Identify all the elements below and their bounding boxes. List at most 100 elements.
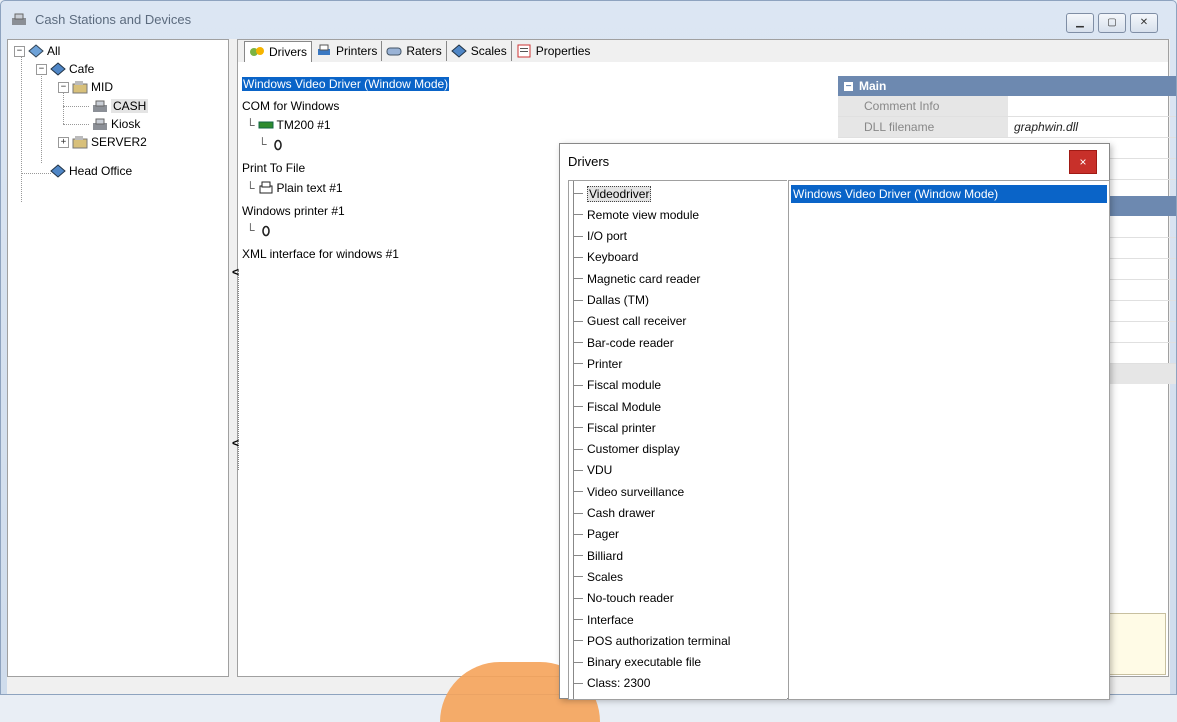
driver-class-item[interactable]: Guest call receiver: [569, 311, 686, 332]
tree-node-label: All: [47, 44, 61, 58]
tab-drivers[interactable]: Drivers: [244, 40, 312, 62]
tree-node-kiosk[interactable]: Kiosk: [92, 117, 140, 131]
tree-node-cash[interactable]: CASH: [92, 99, 149, 113]
property-row[interactable]: DLL filename graphwin.dll: [838, 117, 1176, 138]
dialog-title: Drivers: [568, 154, 610, 169]
folder-icon: [72, 136, 88, 149]
tree-node-label: CASH: [111, 99, 149, 113]
driver-device-item[interactable]: └: [246, 223, 274, 237]
driver-class-item[interactable]: Customer display: [569, 439, 680, 460]
driver-class-item[interactable]: Cash drawer: [569, 503, 655, 524]
driver-class-item[interactable]: Billiard: [569, 545, 623, 566]
collapse-icon[interactable]: −: [844, 81, 853, 91]
driver-device-item[interactable]: └ Plain text #1: [246, 181, 343, 195]
driver-class-label: Keyboard: [587, 250, 639, 265]
pane-splitter[interactable]: [238, 270, 245, 470]
window-title: Cash Stations and Devices: [35, 12, 192, 27]
mouse-icon: [273, 139, 282, 151]
tree-node-label: Kiosk: [111, 117, 141, 131]
driver-class-label: Dallas (TM): [587, 293, 649, 307]
driver-label: TM200 #1: [276, 118, 331, 132]
driver-class-item[interactable]: Bar-code reader: [569, 332, 674, 353]
driver-class-item[interactable]: POS authorization terminal: [569, 630, 730, 651]
chevron-left-icon[interactable]: <: [232, 436, 239, 450]
tree-connector: [573, 491, 583, 493]
driver-item[interactable]: Windows Video Driver (Window Mode): [240, 76, 451, 92]
tree-connector: [573, 448, 583, 450]
printer-icon: [259, 181, 273, 194]
driver-item[interactable]: XML interface for windows #1: [242, 247, 399, 261]
property-section-header[interactable]: − Main: [838, 76, 1176, 96]
driver-class-item[interactable]: VDU: [569, 460, 612, 481]
driver-class-label: Magnetic card reader: [587, 271, 701, 286]
driver-class-item[interactable]: Video surveillance: [569, 481, 684, 502]
driver-class-item[interactable]: Videodriver: [569, 183, 652, 204]
driver-class-item[interactable]: I/O port: [569, 226, 627, 247]
driver-class-item[interactable]: Binary executable file: [569, 652, 701, 673]
tree-connector: [573, 555, 583, 557]
property-value[interactable]: graphwin.dll: [1014, 117, 1078, 137]
driver-class-item[interactable]: No-touch reader: [569, 588, 674, 609]
driver-class-item[interactable]: Fiscal printer: [569, 417, 656, 438]
driver-class-item[interactable]: Keyboard: [569, 247, 638, 268]
collapse-icon[interactable]: −: [14, 45, 25, 57]
driver-class-item[interactable]: Interface: [569, 609, 634, 630]
tree-node-head-office[interactable]: Head Office: [50, 164, 132, 178]
driver-class-label: No-touch reader: [587, 591, 674, 606]
driver-item[interactable]: COM for Windows: [242, 99, 339, 113]
driver-type-list[interactable]: Windows Video Driver (Window Mode): [788, 180, 1110, 700]
close-icon: ×: [1079, 155, 1087, 169]
chevron-left-icon[interactable]: <: [232, 265, 239, 279]
tree-node-all[interactable]: − All: [14, 44, 60, 58]
driver-class-item[interactable]: Class: 2300: [569, 673, 650, 694]
tree-node-server2[interactable]: + SERVER2: [58, 135, 147, 149]
tree-connector: [573, 597, 583, 599]
tab-scales[interactable]: Scales: [447, 41, 512, 61]
driver-class-label: Fiscal module: [587, 378, 662, 393]
tree-connector: [573, 363, 583, 365]
driver-class-item[interactable]: Dallas (TM): [569, 290, 649, 311]
driver-label: Windows printer #1: [242, 204, 345, 218]
dialog-title-bar[interactable]: Drivers ×: [560, 144, 1109, 180]
driver-class-item[interactable]: Remote view module: [569, 204, 699, 225]
driver-class-item[interactable]: Pager: [569, 524, 619, 545]
driver-class-label: Fiscal Module: [587, 399, 662, 414]
tree-connector: [573, 384, 583, 386]
minimize-icon: ▁: [1076, 17, 1084, 28]
tab-label: Scales: [470, 44, 507, 58]
driver-item[interactable]: Print To File: [242, 161, 305, 175]
driver-class-item[interactable]: Fiscal module: [569, 375, 661, 396]
driver-class-item[interactable]: Magnetic card reader: [569, 268, 700, 289]
minimize-button[interactable]: ▁: [1066, 13, 1094, 33]
device-tree[interactable]: − All − Cafe − MID CASH Kiosk + SERVER2 …: [7, 39, 229, 677]
driver-class-label: Cash drawer: [587, 506, 656, 520]
collapse-icon[interactable]: −: [58, 81, 69, 93]
expand-icon[interactable]: +: [58, 136, 69, 148]
dialog-close-button[interactable]: ×: [1069, 150, 1097, 174]
tab-raters[interactable]: Raters: [382, 41, 447, 61]
tree-node-cafe[interactable]: − Cafe: [36, 62, 94, 76]
driver-class-label: Customer display: [587, 442, 680, 457]
tree-node-label: SERVER2: [91, 135, 147, 149]
driver-class-item[interactable]: Printer: [569, 353, 622, 374]
tree-connector: [573, 619, 583, 620]
tab-printers[interactable]: Printers: [312, 41, 383, 61]
driver-class-list[interactable]: Videodriver Remote view module I/O port Key…: [568, 180, 787, 700]
driver-device-item[interactable]: └: [258, 137, 286, 151]
driver-class-item[interactable]: Scales: [569, 566, 623, 587]
collapse-icon[interactable]: −: [36, 63, 47, 75]
property-row[interactable]: Comment Info: [838, 96, 1176, 117]
maximize-button[interactable]: ▢: [1098, 13, 1126, 33]
close-window-button[interactable]: ✕: [1130, 13, 1158, 33]
driver-device-item[interactable]: └ TM200 #1: [246, 118, 331, 132]
tree-node-label: Head Office: [69, 164, 133, 178]
network-icon: [28, 44, 44, 58]
title-bar[interactable]: Cash Stations and Devices ▁ ▢ ✕: [1, 1, 1176, 35]
mouse-icon: [261, 225, 270, 237]
driver-item[interactable]: Windows printer #1: [242, 204, 345, 218]
tree-node-mid[interactable]: − MID: [58, 80, 113, 94]
tree-connector: [573, 576, 583, 578]
driver-type-item[interactable]: Windows Video Driver (Window Mode): [790, 184, 1108, 204]
tab-properties[interactable]: Properties: [512, 41, 595, 61]
driver-class-item[interactable]: Fiscal Module: [569, 396, 661, 417]
